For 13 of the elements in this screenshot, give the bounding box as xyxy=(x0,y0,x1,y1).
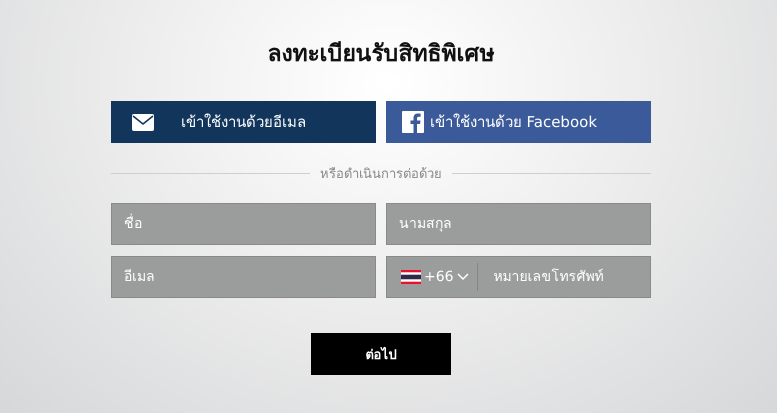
envelope-icon xyxy=(132,114,154,130)
facebook-icon xyxy=(402,111,424,133)
continue-button[interactable]: ต่อไป xyxy=(311,333,451,375)
phone-number-input[interactable]: หมายเลขโทรศัพท์ xyxy=(478,262,650,292)
divider-text: หรือดำเนินการต่อด้วย xyxy=(320,166,442,184)
text-input[interactable]: อีเมล xyxy=(111,256,376,298)
text-input[interactable]: ชื่อ xyxy=(111,203,376,245)
facebook-login-button[interactable]: เข้าใช้งานด้วย Facebook xyxy=(386,101,651,143)
page-title: ลงทะเบียนรับสิทธิพิเศษ xyxy=(266,40,496,69)
chevron-down-icon xyxy=(456,273,469,281)
email-login-button[interactable]: เข้าใช้งานด้วยอีเมล xyxy=(111,101,376,143)
flag-icon xyxy=(401,270,421,284)
text-input[interactable]: นามสกุล xyxy=(386,203,651,245)
